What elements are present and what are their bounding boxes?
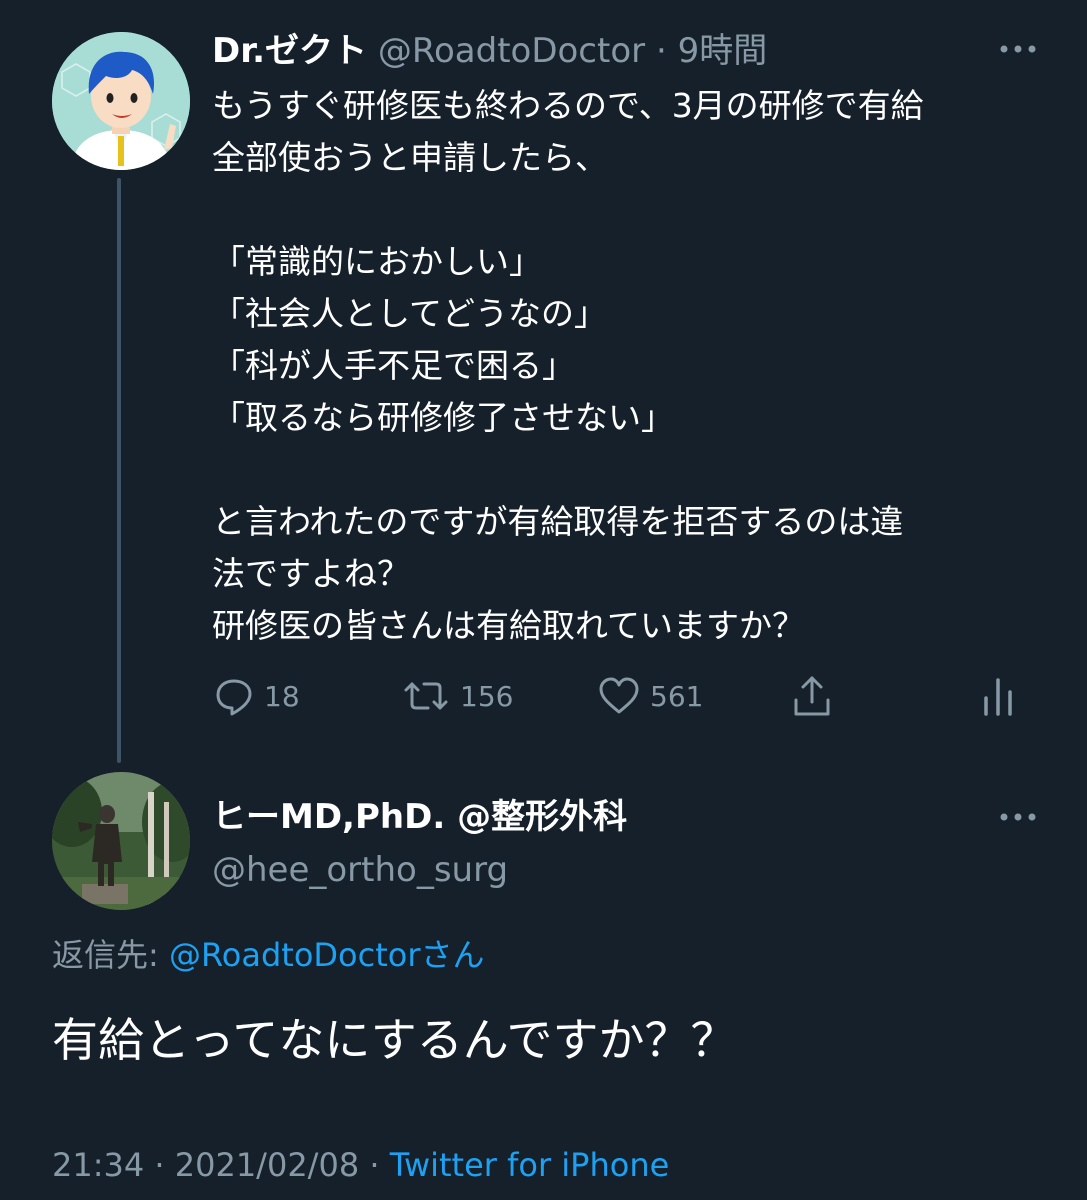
analytics-button[interactable] [980,674,1016,718]
reply-author-name[interactable]: ヒーMD,PhD. @整形外科 [212,792,627,842]
tweet-timestamp-footer: 21:34 · 2021/02/08 · Twitter for iPhone [52,1140,669,1190]
retweet-count: 156 [460,679,514,713]
reply-button[interactable]: 18 [214,674,300,718]
reply-author-avatar[interactable] [52,772,190,910]
replying-to-handle-link[interactable]: @RoadtoDoctorさん [169,936,485,974]
separator-dot: · [369,1146,380,1184]
like-button[interactable]: 561 [598,674,703,718]
replying-to-label: 返信先: [52,936,159,974]
reply-icon [216,679,252,716]
replying-to: 返信先: @RoadtoDoctorさん [52,930,485,980]
tweet-text-line: 「社会人としてどうなの」 [212,294,608,333]
tweet-text-line: 「科が人手不足で困る」 [212,346,575,385]
thread-connector-line [117,178,121,763]
more-icon[interactable] [996,34,1040,64]
tweet-text-line: もうすぐ研修医も終わるので、3月の研修で有給 [212,86,924,125]
tweet-text-line [212,184,1052,236]
heart-icon [599,677,639,714]
statue-photo-avatar [52,772,190,910]
reply-count: 18 [264,679,300,713]
share-icon [794,676,830,716]
separator-dot: · [655,31,667,71]
author-name[interactable]: Dr.ゼクト [212,31,367,71]
tweet-text-line: 全部使おうと申請したら、 [212,138,608,177]
tweet-text-line: 研修医の皆さんは有給取れていますか？ [212,606,806,645]
tweet-source-link[interactable]: Twitter for iPhone [390,1146,670,1184]
tweet-date[interactable]: 2021/02/08 [175,1146,359,1184]
tweet-text-line [212,444,1052,496]
tweet-text-line: 「取るなら研修修了させない」 [212,398,674,437]
author-handle[interactable]: @RoadtoDoctor [378,31,645,71]
share-button[interactable] [790,674,834,718]
tweet-time[interactable]: 21:34 [52,1146,144,1184]
retweet-button[interactable]: 156 [402,674,513,718]
tweet-header: Dr.ゼクト @RoadtoDoctor · 9時間 [212,26,767,76]
retweet-icon [404,682,448,710]
separator-dot: · [154,1146,165,1184]
tweet-text-line: 「常識的におかしい」 [212,242,542,281]
reply-author-handle[interactable]: @hee_ortho_surg [212,845,508,895]
tweet-text: もうすぐ研修医も終わるので、3月の研修で有給 全部使おうと申請したら、 「常識的… [212,80,1052,652]
analytics-icon [984,678,1012,716]
reply-text: 有給とってなにするんですか？？ [52,1013,737,1067]
like-count: 561 [650,679,704,713]
tweet-time[interactable]: 9時間 [678,31,768,71]
doctor-avatar-illustration [52,32,190,170]
more-icon[interactable] [996,802,1040,832]
author-avatar[interactable] [52,32,190,170]
tweet-text-line: 法ですよね？ [212,554,410,593]
tweet-text-line: と言われたのですが有給取得を拒否するのは違 [212,502,904,541]
